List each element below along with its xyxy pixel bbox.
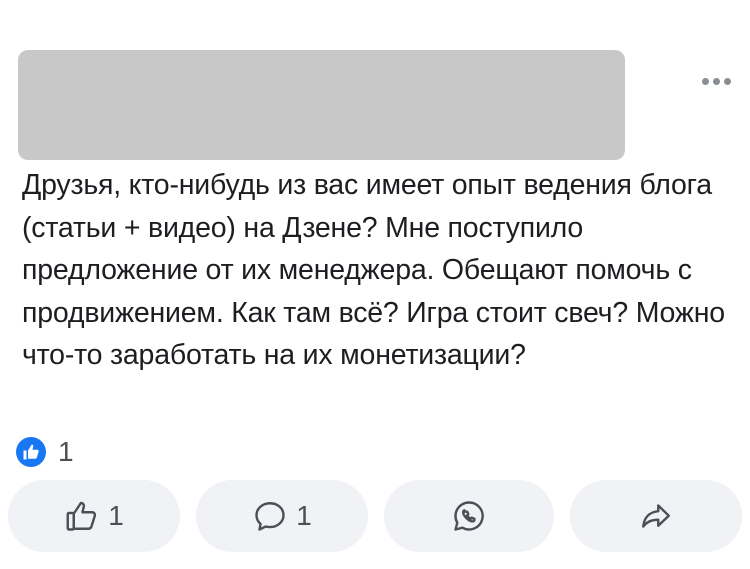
thumbs-up-icon (64, 498, 100, 534)
comment-button[interactable]: 1 (196, 480, 368, 552)
comment-count: 1 (296, 500, 312, 531)
post-text: Друзья, кто-нибудь из вас имеет опыт вед… (22, 169, 725, 371)
more-dot (712, 77, 720, 85)
reactions-summary[interactable]: 1 (16, 436, 74, 468)
reaction-count: 1 (58, 436, 74, 467)
more-horizontal-icon (701, 77, 709, 85)
post-actions-bar: 1 1 (8, 480, 742, 552)
like-button[interactable]: 1 (8, 480, 180, 552)
like-reaction-icon (16, 437, 46, 467)
like-count: 1 (108, 500, 124, 531)
more-options-button[interactable] (694, 68, 738, 94)
share-icon (638, 498, 674, 534)
comment-icon (252, 498, 288, 534)
whatsapp-share-button[interactable] (384, 480, 554, 552)
whatsapp-icon (451, 498, 487, 534)
redacted-author-header (18, 50, 625, 160)
more-dot (723, 77, 731, 85)
share-button[interactable] (570, 480, 742, 552)
